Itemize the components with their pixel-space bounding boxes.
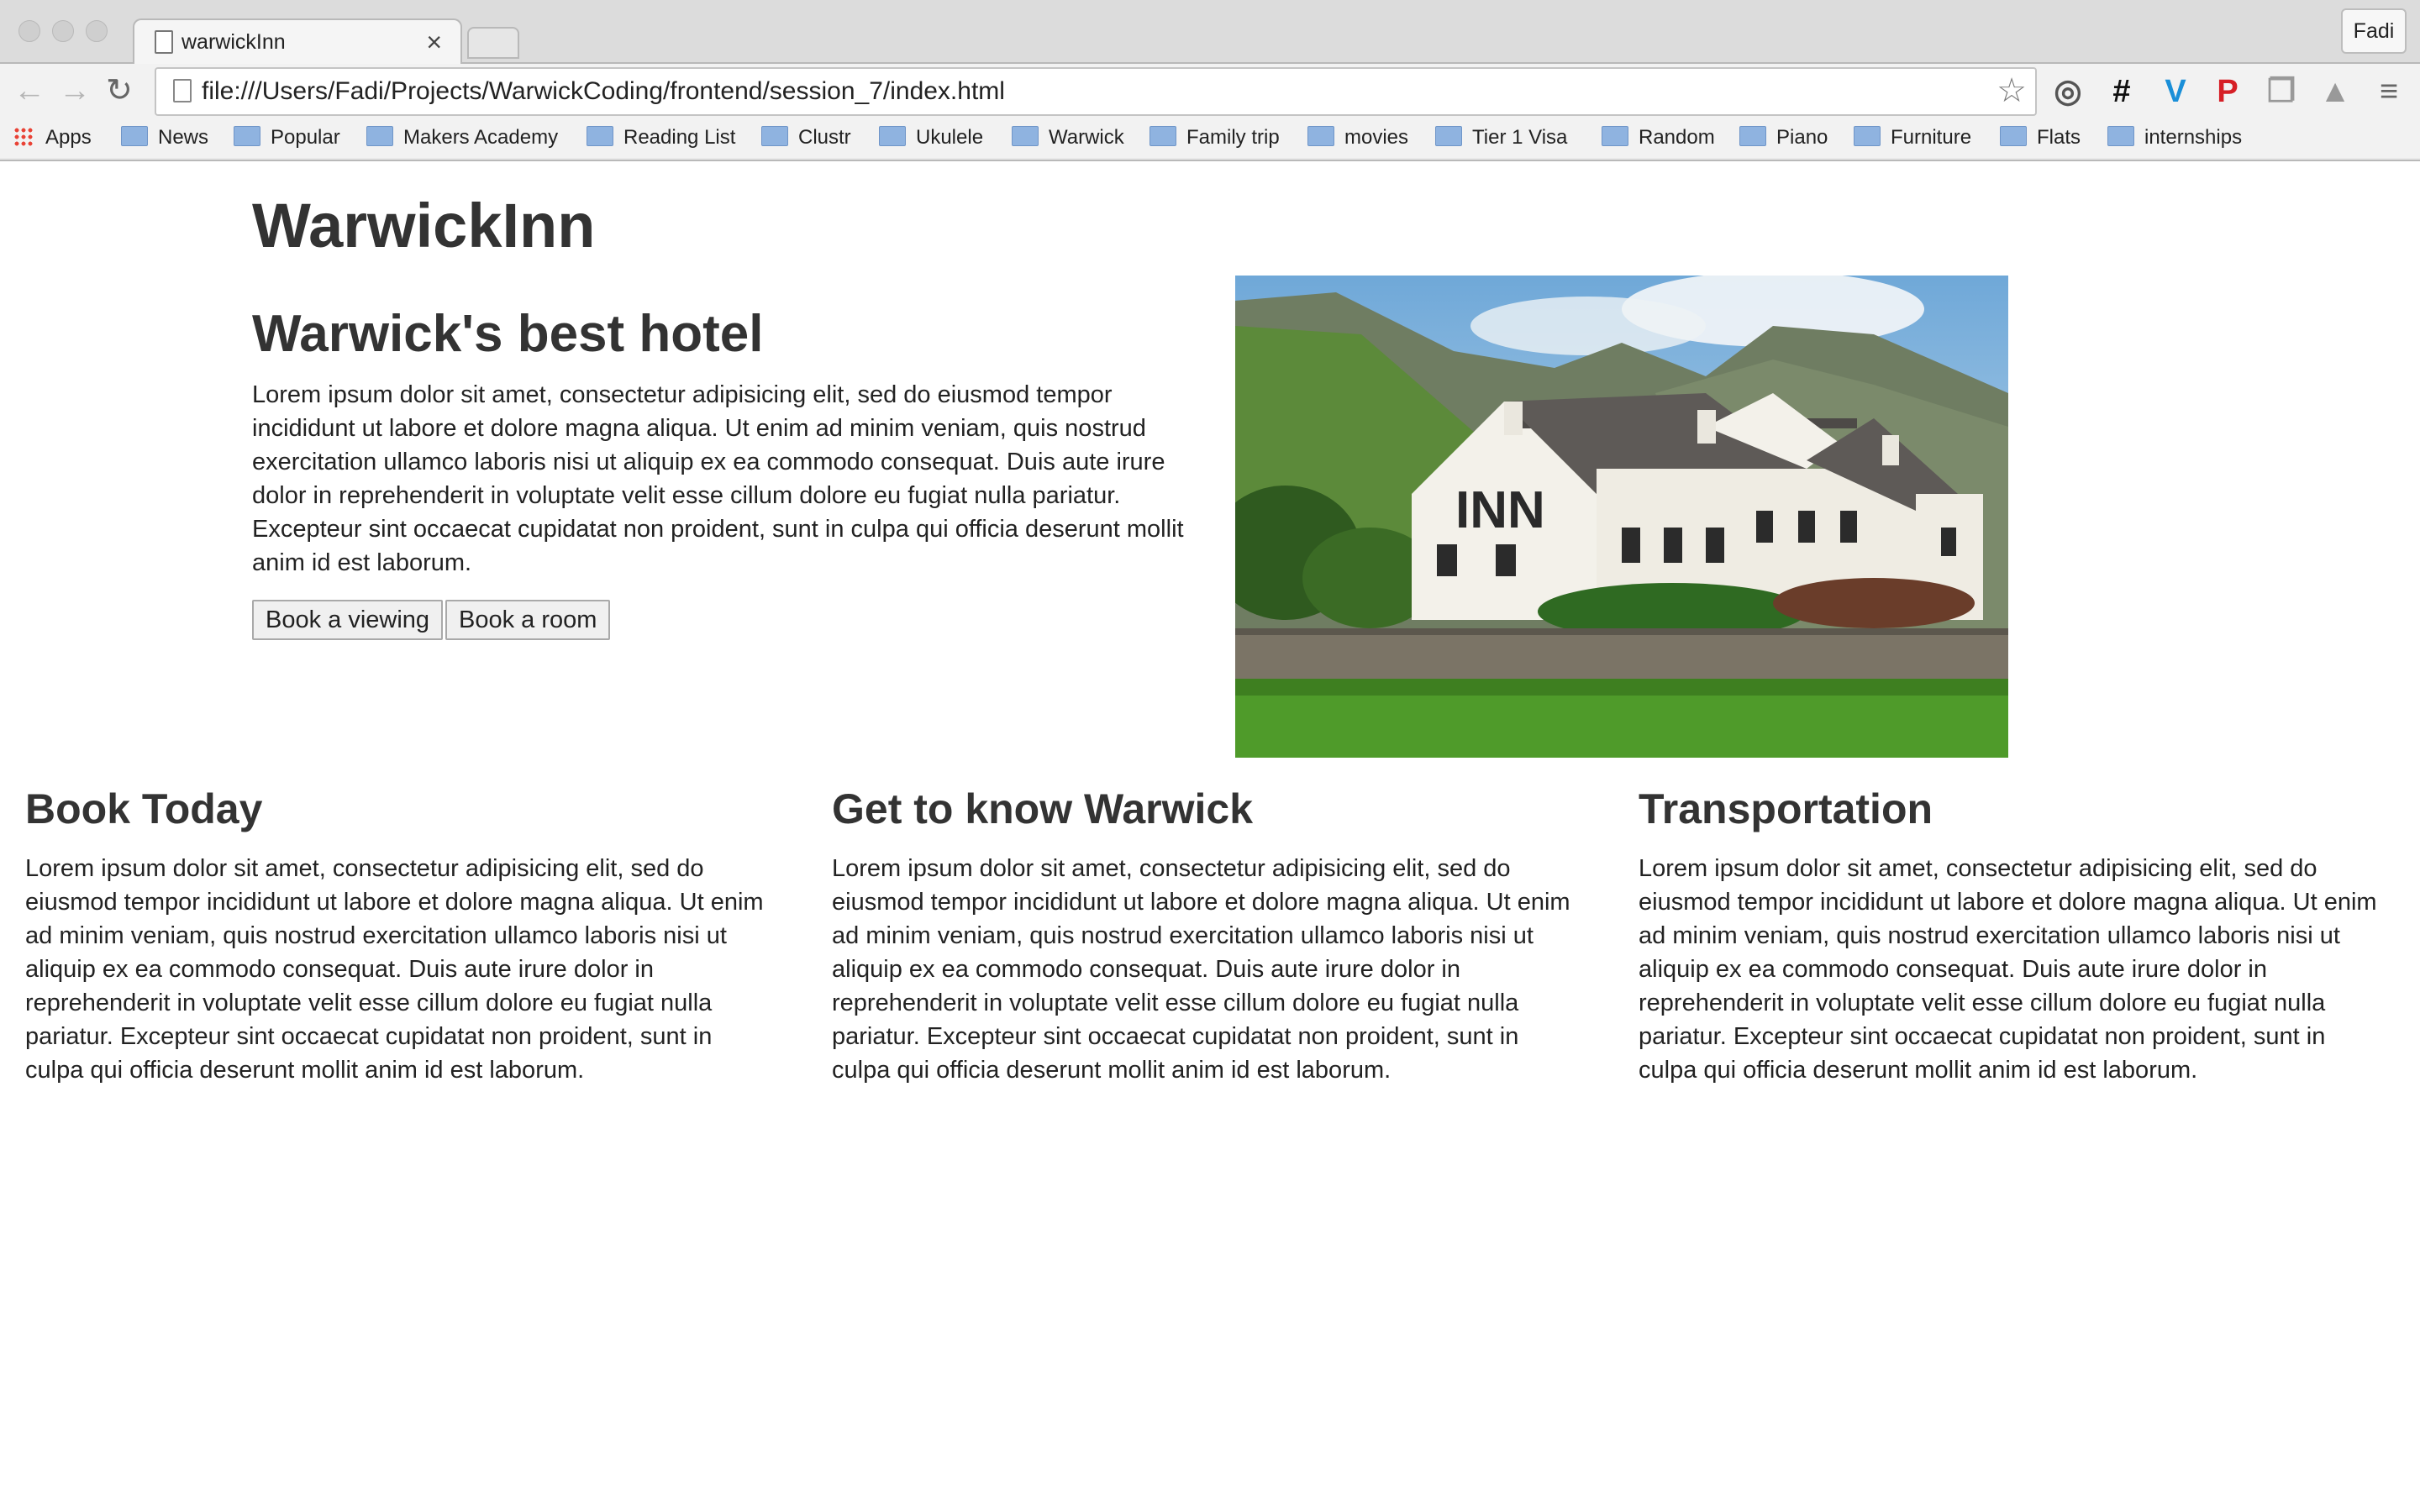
bookmark-label: Piano [1776, 126, 1828, 149]
bookmark-label: Warwick [1049, 126, 1124, 149]
folder-icon [2107, 126, 2134, 146]
minimize-window-icon[interactable] [52, 20, 74, 42]
bookmark-family-trip[interactable]: Family trip [1150, 123, 1280, 153]
bookmarks-bar: Apps News Popular Makers Academy Reading… [0, 119, 2420, 158]
document-icon [155, 30, 173, 54]
hero-heading: Warwick's best hotel [252, 305, 764, 363]
back-arrow-icon[interactable]: ← [13, 74, 45, 108]
bookmark-label: movies [1344, 126, 1409, 149]
page-title: WarwickInn [252, 191, 596, 260]
opera-icon[interactable]: ◎ [2050, 74, 2086, 109]
folder-icon [1602, 126, 1628, 146]
folder-icon [761, 126, 788, 146]
bookmark-label: Popular [271, 126, 340, 149]
hero-text: Lorem ipsum dolor sit amet, consectetur … [252, 381, 1184, 576]
folder-icon [121, 126, 148, 146]
column-text: Lorem ipsum dolor sit amet, consectetur … [25, 855, 764, 1084]
folder-icon [366, 126, 393, 146]
bookmark-label: Random [1639, 126, 1715, 149]
bookmark-label: Furniture [1891, 126, 1972, 149]
bookmark-label: internships [2144, 126, 2243, 149]
folder-icon [2000, 126, 2027, 146]
bookmark-random[interactable]: Random [1602, 123, 1715, 153]
reload-icon[interactable]: ↻ [106, 74, 133, 108]
bookmark-internships[interactable]: internships [2107, 123, 2242, 153]
column-text: Lorem ipsum dolor sit amet, consectetur … [1639, 855, 2377, 1084]
tab-strip: warwickInn × Fadi [0, 0, 2420, 66]
bookmark-label: Clustr [798, 126, 851, 149]
bookmark-ukulele[interactable]: Ukulele [879, 123, 983, 153]
profile-button[interactable]: Fadi [2341, 8, 2407, 54]
copy-icon[interactable]: ❐ [2264, 74, 2299, 109]
bookmark-label: Apps [45, 126, 92, 149]
folder-icon [234, 126, 260, 146]
close-window-icon[interactable] [18, 20, 40, 42]
bookmark-makers-academy[interactable]: Makers Academy [366, 123, 558, 153]
column-heading: Book Today [25, 785, 263, 832]
apps-grid-icon [13, 127, 34, 147]
folder-icon [587, 126, 613, 146]
book-viewing-button[interactable]: Book a viewing [252, 600, 444, 640]
bookmark-furniture[interactable]: Furniture [1854, 123, 1971, 153]
folder-icon [879, 126, 906, 146]
bookmark-piano[interactable]: Piano [1739, 123, 1828, 153]
bookmark-label: Makers Academy [403, 126, 559, 149]
column-transportation: Transportation Lorem ipsum dolor sit ame… [1639, 785, 2386, 1087]
bookmark-label: News [158, 126, 209, 149]
bookmark-label: Reading List [623, 126, 736, 149]
column-heading: Get to know Warwick [832, 785, 1254, 832]
drive-icon[interactable]: ▲ [2317, 74, 2353, 109]
new-tab-button[interactable] [467, 27, 519, 59]
bookmark-popular[interactable]: Popular [234, 123, 340, 153]
bookmark-label: Tier 1 Visa [1472, 126, 1568, 149]
address-bar[interactable]: file:///Users/Fadi/Projects/WarwickCodin… [155, 67, 2037, 116]
browser-chrome: warwickInn × Fadi ← → ↻ file:///Users/Fa… [0, 0, 2420, 161]
tab-title: warwickInn [182, 30, 286, 54]
bookmark-label: Flats [2037, 126, 2081, 149]
bookmark-label: Ukulele [916, 126, 984, 149]
folder-icon [1150, 126, 1176, 146]
column-heading: Transportation [1639, 785, 1933, 832]
zoom-window-icon[interactable] [86, 20, 108, 42]
column-book-today: Book Today Lorem ipsum dolor sit amet, c… [25, 785, 773, 1087]
column-text: Lorem ipsum dolor sit amet, consectetur … [832, 855, 1570, 1084]
folder-icon [1012, 126, 1039, 146]
bookmark-movies[interactable]: movies [1307, 123, 1408, 153]
inn-sign: INN [1455, 481, 1545, 539]
bookmark-flats[interactable]: Flats [2000, 123, 2081, 153]
folder-icon [1307, 126, 1334, 146]
bookmark-news[interactable]: News [121, 123, 208, 153]
folder-icon [1739, 126, 1766, 146]
column-get-to-know-warwick: Get to know Warwick Lorem ipsum dolor si… [832, 785, 1580, 1087]
url-text: file:///Users/Fadi/Projects/WarwickCodin… [202, 77, 1005, 105]
bookmark-star-icon[interactable]: ☆ [1996, 72, 2027, 109]
page-icon [173, 79, 192, 102]
inn-photo: INN [1235, 276, 2008, 758]
book-room-button[interactable]: Book a room [445, 600, 611, 640]
folder-icon [1435, 126, 1462, 146]
bookmark-label: Family trip [1186, 126, 1280, 149]
forward-arrow-icon[interactable]: → [59, 74, 91, 108]
pinterest-icon[interactable]: P [2210, 74, 2245, 109]
bookmark-apps[interactable]: Apps [13, 123, 92, 153]
bookmark-reading-list[interactable]: Reading List [587, 123, 735, 153]
bookmark-tier-1-visa[interactable]: Tier 1 Visa [1435, 123, 1567, 153]
folder-icon [1854, 126, 1881, 146]
bookmark-warwick[interactable]: Warwick [1012, 123, 1124, 153]
toolbar: ← → ↻ file:///Users/Fadi/Projects/Warwic… [0, 64, 2420, 119]
bookmark-clustr[interactable]: Clustr [761, 123, 851, 153]
close-tab-icon[interactable]: × [426, 27, 442, 58]
menu-icon[interactable]: ≡ [2371, 74, 2407, 109]
vimeo-icon[interactable]: V [2158, 74, 2193, 109]
hashtag-icon[interactable]: # [2104, 74, 2139, 109]
tab-warwickinn[interactable]: warwickInn × [133, 18, 462, 66]
